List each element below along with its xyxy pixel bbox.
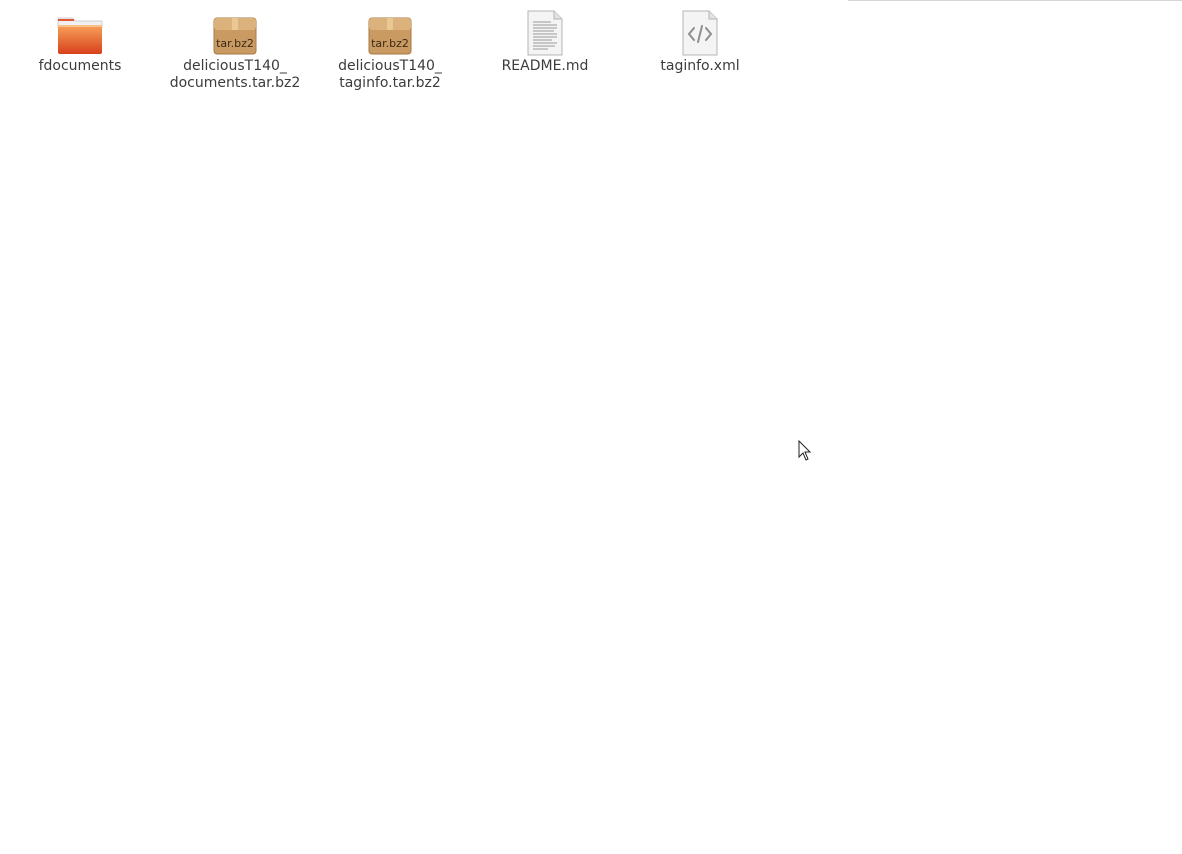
mouse-pointer-icon: [798, 440, 812, 461]
file-name: taginfo.xml: [660, 58, 740, 74]
archive-badge: tar.bz2: [371, 37, 409, 50]
folder-icon: [55, 10, 105, 58]
archive-icon: tar.bz2: [365, 10, 415, 58]
archive-badge: tar.bz2: [216, 37, 254, 50]
file-name: deliciousT140_ documents.tar.bz2: [169, 58, 301, 91]
file-item-taginfo-archive[interactable]: tar.bz2 deliciousT140_ taginfo.tar.bz2: [315, 10, 465, 92]
file-name: fdocuments: [38, 58, 122, 74]
file-item-readme[interactable]: README.md: [470, 10, 620, 75]
text-file-icon: [520, 10, 570, 58]
file-item-taginfo-xml[interactable]: taginfo.xml: [625, 10, 775, 75]
file-name: deliciousT140_ taginfo.tar.bz2: [338, 58, 442, 91]
file-name: README.md: [501, 58, 589, 74]
xml-file-icon: [675, 10, 725, 58]
file-manager-view[interactable]: fdocuments tar.bz2 deliciousT140_ docume…: [0, 0, 1182, 854]
archive-icon: tar.bz2: [210, 10, 260, 58]
file-item-fdocuments[interactable]: fdocuments: [5, 10, 155, 75]
file-item-documents-archive[interactable]: tar.bz2 deliciousT140_ documents.tar.bz2: [160, 10, 310, 92]
top-divider: [848, 0, 1182, 1]
